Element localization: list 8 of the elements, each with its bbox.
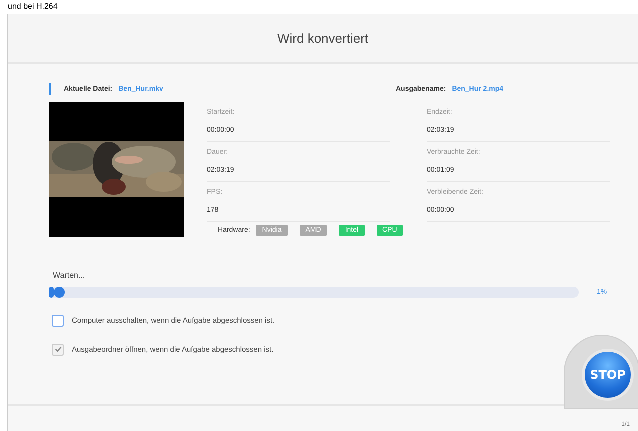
progress-handle[interactable] <box>54 287 66 298</box>
window-title: Wird konvertiert <box>277 30 369 46</box>
accent-bar <box>49 83 51 95</box>
page-text: und bei H.264 <box>8 3 58 11</box>
checkbox[interactable] <box>52 314 64 326</box>
check-icon <box>54 345 62 354</box>
status-text: Warten... <box>53 271 86 280</box>
checkbox[interactable] <box>52 344 64 356</box>
